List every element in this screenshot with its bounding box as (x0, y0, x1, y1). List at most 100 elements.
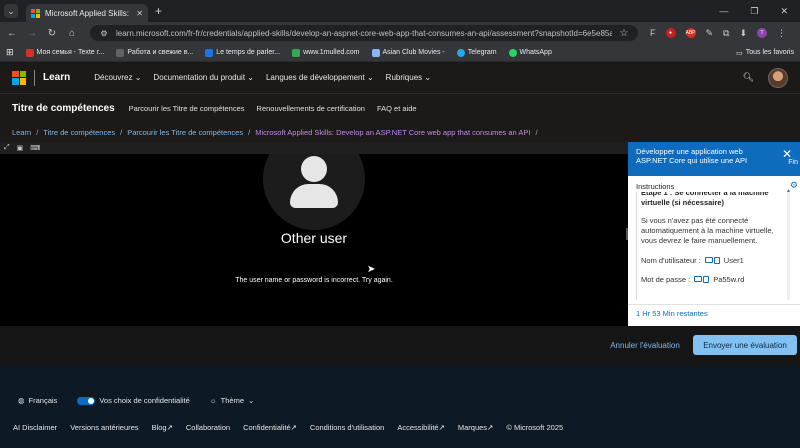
bookmark-item[interactable]: WhatsApp (508, 48, 552, 57)
browser-menu-icon[interactable]: ⋮ (777, 28, 786, 39)
header-right: 🔍︎ (743, 67, 788, 88)
footer-link-previous-versions[interactable]: Versions antérieures (70, 423, 138, 432)
finish-button[interactable]: Fin (788, 159, 798, 166)
window-controls: — ❐ ✕ (719, 6, 788, 17)
external-link-icon: ↗ (438, 423, 445, 432)
theme-selector[interactable]: ☼ Thème ⌄ (210, 396, 255, 405)
close-window-icon[interactable]: ✕ (780, 6, 788, 17)
breadcrumb-item[interactable]: Learn (12, 128, 31, 137)
copy-icon[interactable] (703, 276, 710, 283)
chevron-down-icon: ⌄ (366, 73, 374, 82)
reload-icon[interactable]: ↻ (46, 28, 58, 39)
extension-badge-icon[interactable]: ABP (685, 28, 696, 38)
tab-instructions[interactable]: Instructions (636, 182, 674, 191)
profile-icon[interactable]: T (757, 28, 768, 38)
address-bar[interactable]: ⚙ learn.microsoft.com/fr-fr/credentials/… (90, 25, 638, 41)
extension-f-icon[interactable]: F (650, 28, 656, 38)
footer-links: AI Disclaimer Versions antérieures Blog↗… (13, 423, 563, 432)
user-icon-head (301, 156, 327, 182)
breadcrumb-item[interactable]: Parcourir les Titre de compétences (127, 128, 243, 137)
tab-close-icon[interactable]: ✕ (136, 9, 143, 18)
fullscreen-icon[interactable]: ⤢ (4, 144, 10, 152)
bookmark-favicon-icon (292, 48, 301, 57)
bookmark-item[interactable]: Моя семья - Texte r... (25, 48, 104, 57)
nav-item-discover[interactable]: Découvrez ⌄ (94, 73, 141, 82)
bookmarks-folder[interactable]: ▭ Tous les favoris (736, 49, 794, 57)
time-remaining: 1 Hr 53 Min restantes (636, 309, 708, 318)
bookmark-star-icon[interactable]: ☆ (618, 28, 630, 39)
footer-link-ai-disclaimer[interactable]: AI Disclaimer (13, 423, 57, 432)
password-row: Mot de passe : Pa55w.rd (641, 275, 784, 284)
avatar[interactable] (768, 67, 788, 88)
submit-assessment-button[interactable]: Envoyer une évaluation (693, 335, 797, 355)
language-selector[interactable]: ◍ Français (18, 396, 57, 405)
bookmark-item[interactable]: Telegram (456, 48, 497, 57)
external-link-icon: ↗ (290, 423, 297, 432)
section-title[interactable]: Titre de compétences (12, 103, 115, 114)
maximize-icon[interactable]: ❐ (750, 6, 758, 17)
tab-search-icon[interactable]: ⌄ (4, 4, 18, 18)
breadcrumb-current[interactable]: Microsoft Applied Skills: Develop an ASP… (255, 128, 530, 137)
panel-scrollbar[interactable] (787, 190, 790, 300)
home-icon[interactable]: ⌂ (66, 28, 78, 39)
subnav-link-faq[interactable]: FAQ et aide (377, 104, 417, 113)
vm-screen[interactable]: Other user The user name or password is … (0, 154, 628, 326)
panel-tabs: Instructions ⚙ (628, 179, 800, 193)
downloads-icon[interactable]: ⬇ (739, 28, 747, 39)
username-value: User1 (723, 256, 744, 265)
browser-tab[interactable]: Microsoft Applied Skills: Develo ✕ (26, 4, 148, 22)
learn-brand[interactable]: Learn (43, 72, 70, 83)
breadcrumb-separator: / (535, 127, 538, 137)
site-info-icon[interactable]: ⚙ (98, 29, 110, 38)
nav-item-topics[interactable]: Rubriques ⌄ (386, 73, 431, 82)
monitor-icon[interactable]: ▣ (17, 144, 24, 152)
extension-puzzle-icon[interactable]: ✎ (706, 28, 714, 39)
password-value: Pa55w.rd (713, 275, 745, 284)
footer-link-terms[interactable]: Conditions d'utilisation (310, 423, 384, 432)
privacy-choices-link[interactable]: Vos choix de confidentialité (77, 396, 190, 405)
vm-user-label[interactable]: Other user (0, 230, 628, 246)
breadcrumb-item[interactable]: Titre de compétences (43, 128, 115, 137)
new-tab-icon[interactable]: + (155, 4, 162, 18)
breadcrumb-separator: / (36, 127, 39, 137)
external-link-icon: ↗ (166, 423, 173, 432)
footer-link-blog[interactable]: Blog↗ (152, 423, 173, 432)
bookmark-item[interactable]: Asian Club Movies - (371, 48, 445, 57)
type-text-icon[interactable] (694, 276, 703, 282)
cancel-assessment-button[interactable]: Annuler l'évaluation (601, 337, 689, 353)
keyboard-icon[interactable]: ⌨ (30, 144, 40, 152)
back-icon[interactable]: ← (6, 28, 18, 39)
extensions-icon[interactable]: ⧉ (723, 28, 729, 39)
forward-icon[interactable]: → (26, 28, 38, 39)
microsoft-logo-icon[interactable] (12, 70, 26, 85)
password-label: Mot de passe : (641, 275, 691, 284)
site-header: Learn Découvrez ⌄ Documentation du produ… (0, 62, 800, 94)
sub-nav: Titre de compétences Parcourir les Titre… (0, 94, 800, 122)
search-icon[interactable]: 🔍︎ (743, 72, 754, 83)
subnav-link-renewals[interactable]: Renouvellements de certification (257, 104, 365, 113)
nav-item-product-docs[interactable]: Documentation du produit ⌄ (153, 73, 254, 82)
scroll-up-icon[interactable]: ▲ (786, 188, 791, 194)
footer-link-collaboration[interactable]: Collaboration (186, 423, 230, 432)
tab-title: Microsoft Applied Skills: Develo (45, 8, 131, 18)
bookmark-item[interactable]: Le temps de parler... (205, 48, 280, 57)
bookmark-favicon-icon (205, 48, 214, 57)
type-text-icon[interactable] (704, 257, 713, 263)
external-link-icon: ↗ (487, 423, 494, 432)
gear-icon[interactable]: ⚙ (790, 180, 798, 191)
copy-icon[interactable] (713, 257, 720, 264)
footer-link-accessibility[interactable]: Accessibilité↗ (397, 423, 445, 432)
footer-link-trademarks[interactable]: Marques↗ (458, 423, 493, 432)
username-label: Nom d'utilisateur : (641, 256, 701, 265)
nav-item-dev-languages[interactable]: Langues de développement ⌄ (266, 73, 374, 82)
subnav-link-browse[interactable]: Parcourir les Titre de compétences (129, 104, 245, 113)
bookmark-item[interactable]: Работа и свежие в... (116, 48, 193, 57)
instructions-content[interactable]: Étape 1 : Se connecter à la machine virt… (636, 192, 784, 300)
apps-grid-icon[interactable]: ⊞ (6, 47, 14, 58)
minimize-icon[interactable]: — (719, 6, 728, 17)
vm-toolbar: ⤢ ▣ ⌨ (0, 142, 628, 154)
extension-red-icon[interactable]: ● (665, 28, 676, 38)
footer-link-privacy[interactable]: Confidentialité↗ (243, 423, 297, 432)
bookmark-item[interactable]: www.1mulled.com (292, 48, 360, 57)
step-heading: Étape 1 : Se connecter à la machine virt… (641, 192, 769, 207)
